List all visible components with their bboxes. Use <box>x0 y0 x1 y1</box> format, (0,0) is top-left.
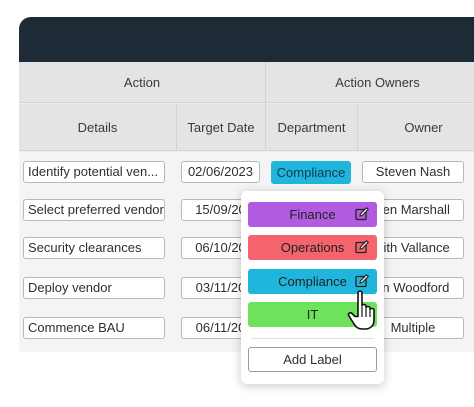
table-top-bar <box>19 17 474 62</box>
label-option-text: Compliance <box>278 274 347 289</box>
dropdown-divider <box>251 338 374 339</box>
header-details: Details <box>19 104 176 151</box>
target-date-field[interactable]: 02/06/2023 <box>181 161 260 183</box>
details-field[interactable]: Deploy vendor <box>23 277 165 299</box>
header-target-date: Target Date <box>177 104 265 151</box>
header-action: Action <box>19 62 265 103</box>
header-owner: Owner <box>358 104 474 151</box>
label-option-operations[interactable]: Operations <box>248 235 377 260</box>
edit-icon[interactable] <box>355 274 369 288</box>
details-field[interactable]: Commence BAU <box>23 317 165 339</box>
hand-cursor-icon <box>347 290 375 330</box>
details-field[interactable]: Identify potential ven... <box>23 161 165 183</box>
details-field[interactable]: Select preferred vendor <box>23 199 165 221</box>
header-action-owners: Action Owners <box>266 62 474 103</box>
department-chip[interactable]: Compliance <box>271 161 351 184</box>
label-option-text: Finance <box>289 207 336 222</box>
add-label-button[interactable]: Add Label <box>248 347 377 372</box>
owner-field[interactable]: Steven Nash <box>362 161 464 183</box>
edit-icon[interactable] <box>355 207 369 221</box>
details-field[interactable]: Security clearances <box>23 237 165 259</box>
header-department: Department <box>266 104 357 151</box>
label-option-text: IT <box>306 307 319 322</box>
header-divider <box>357 104 358 151</box>
label-option-finance[interactable]: Finance <box>248 202 377 227</box>
edit-icon[interactable] <box>355 240 369 254</box>
label-option-text: Operations <box>280 240 345 255</box>
header-divider <box>176 104 177 151</box>
header-divider <box>265 62 266 151</box>
department-label-dropdown: Finance Operations Compliance IT Add Lab… <box>241 191 384 384</box>
